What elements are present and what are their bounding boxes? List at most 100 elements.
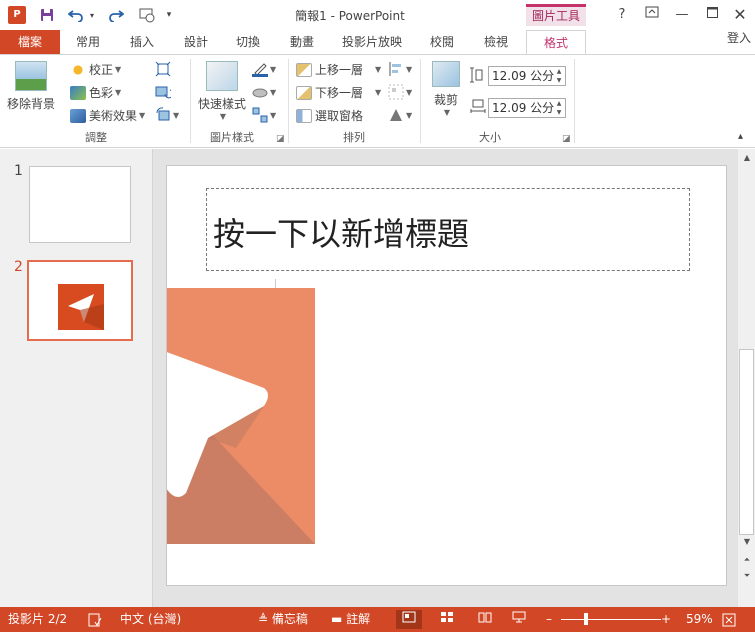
powerpoint-app-icon[interactable]: P: [8, 6, 26, 24]
tab-file[interactable]: 檔案: [0, 30, 60, 54]
scrollbar-thumb[interactable]: [739, 349, 754, 535]
tab-view[interactable]: 檢視: [470, 30, 522, 54]
remove-background-button[interactable]: 移除背景: [6, 61, 56, 112]
arrange-group-label: 排列: [343, 131, 365, 144]
quick-styles-icon: [206, 61, 238, 91]
tab-animations[interactable]: 動畫: [276, 30, 328, 54]
picture-border-button[interactable]: ▼: [252, 61, 276, 77]
zoom-out-button[interactable]: –: [546, 607, 552, 632]
slide-sorter-view-button[interactable]: [434, 610, 460, 629]
customize-qat-icon[interactable]: ▾: [162, 5, 176, 25]
scroll-down-icon[interactable]: ▼: [739, 535, 755, 549]
redo-icon[interactable]: [106, 5, 126, 25]
compress-pictures-button[interactable]: [155, 61, 171, 77]
picture-effects-button[interactable]: ▼: [252, 84, 276, 100]
send-backward-button[interactable]: 下移一層 ▼: [296, 84, 381, 101]
collapse-ribbon-icon[interactable]: ▴: [738, 131, 743, 142]
selection-pane-label: 選取窗格: [315, 109, 364, 123]
maximize-icon[interactable]: [698, 4, 726, 26]
undo-dropdown-icon[interactable]: ▾: [86, 5, 98, 25]
notes-label: 備忘稿: [271, 612, 308, 626]
sign-in-link[interactable]: 登入: [727, 28, 751, 48]
picture-effects-icon: [252, 88, 268, 98]
notes-button[interactable]: ≜ 備忘稿: [258, 607, 308, 632]
inserted-picture[interactable]: [167, 288, 315, 544]
reset-picture-button[interactable]: ▼: [155, 107, 179, 123]
slide-thumbnail-1[interactable]: [29, 166, 131, 243]
help-icon[interactable]: ?: [608, 4, 636, 26]
height-spinner-arrows[interactable]: ▲ ▼: [553, 67, 565, 85]
picture-layout-button[interactable]: ▼: [252, 107, 276, 123]
chevron-down-icon: ▼: [406, 64, 413, 74]
selection-pane-button[interactable]: 選取窗格: [296, 107, 363, 124]
previous-slide-icon[interactable]: ⏶: [739, 553, 755, 567]
slide-thumbnail-2[interactable]: [27, 260, 133, 341]
tab-format[interactable]: 格式: [526, 30, 586, 55]
send-backward-label: 下移一層: [315, 86, 364, 100]
main-area: 1 2 按一下以新增標題 ▲ ▼ ⏶ ⏷: [0, 149, 755, 607]
scroll-up-icon[interactable]: ▲: [739, 151, 755, 165]
crop-button[interactable]: 裁剪 ▼: [426, 61, 466, 117]
change-picture-button[interactable]: [155, 84, 171, 100]
color-button[interactable]: 色彩 ▼: [70, 84, 121, 101]
next-slide-icon[interactable]: ⏷: [739, 569, 755, 583]
rotate-button[interactable]: ▼: [388, 107, 412, 123]
tab-review[interactable]: 校閱: [416, 30, 468, 54]
group-objects-button[interactable]: ▼: [388, 84, 412, 100]
spell-check-icon[interactable]: [88, 607, 102, 632]
reading-view-button[interactable]: [472, 610, 498, 629]
title-bar: P ▾ ▾ 簡報1 - PowerPoint 圖片工具 ? — ✕: [0, 0, 755, 30]
corrections-button[interactable]: 校正 ▼: [70, 61, 121, 78]
compress-pictures-icon: [155, 61, 171, 77]
undo-icon[interactable]: [66, 5, 86, 25]
size-dialog-launcher-icon[interactable]: ◪: [562, 134, 571, 144]
normal-view-button[interactable]: [396, 610, 422, 629]
bring-forward-icon: [296, 62, 312, 77]
slide-canvas[interactable]: 按一下以新增標題: [166, 165, 727, 586]
vertical-scrollbar[interactable]: ▲ ▼ ⏶ ⏷: [737, 149, 755, 607]
start-from-beginning-icon[interactable]: [136, 5, 158, 25]
save-icon[interactable]: [36, 5, 58, 25]
zoom-slider-thumb[interactable]: [584, 613, 588, 625]
quick-styles-label: 快速樣式: [197, 97, 246, 111]
tab-insert[interactable]: 插入: [116, 30, 168, 54]
minimize-icon[interactable]: —: [668, 4, 696, 26]
width-input[interactable]: 12.09 公分 ▲ ▼: [488, 98, 566, 118]
tab-slide-show[interactable]: 投影片放映: [330, 30, 414, 54]
slide-thumbnails-pane[interactable]: 1 2: [0, 149, 153, 607]
zoom-level[interactable]: 59%: [686, 607, 713, 632]
tab-design[interactable]: 設計: [170, 30, 222, 54]
tab-home[interactable]: 常用: [62, 30, 114, 54]
height-input[interactable]: 12.09 公分 ▲ ▼: [488, 66, 566, 86]
status-bar: 投影片 2/2 中文 (台灣) ≜ 備忘稿 ▬ 註解 – + 59%: [0, 607, 755, 632]
tab-transitions[interactable]: 切換: [222, 30, 274, 54]
language-indicator[interactable]: 中文 (台灣): [120, 607, 181, 632]
title-placeholder[interactable]: 按一下以新增標題: [206, 188, 690, 271]
zoom-in-button[interactable]: +: [661, 607, 671, 632]
remove-background-icon: [15, 61, 47, 91]
fit-slide-icon[interactable]: [722, 607, 736, 632]
remove-background-label: 移除背景: [6, 97, 55, 111]
quick-styles-button[interactable]: 快速樣式 ▼: [196, 61, 248, 121]
artistic-effects-icon: [70, 108, 86, 123]
ribbon-display-options-icon[interactable]: [638, 4, 666, 26]
chevron-down-icon: ▼: [173, 110, 180, 120]
bring-forward-button[interactable]: 上移一層 ▼: [296, 61, 381, 78]
chevron-down-icon: ▼: [406, 110, 413, 120]
align-button[interactable]: ▼: [388, 61, 412, 77]
group-separator: [420, 59, 421, 143]
slide-editor[interactable]: 按一下以新增標題: [153, 149, 737, 607]
close-icon[interactable]: ✕: [726, 4, 754, 26]
chevron-down-icon: ▼: [375, 88, 382, 97]
crop-label: 裁剪: [433, 93, 458, 107]
slide-show-button[interactable]: [506, 610, 532, 629]
rotate-icon: [390, 109, 402, 121]
zoom-slider-track[interactable]: [561, 619, 661, 620]
notes-icon: ≜: [258, 612, 269, 626]
artistic-effects-button[interactable]: 美術效果 ▼: [70, 107, 145, 124]
comments-button[interactable]: ▬ 註解: [331, 607, 370, 632]
width-spinner-arrows[interactable]: ▲ ▼: [553, 99, 565, 117]
slide-count[interactable]: 投影片 2/2: [8, 607, 67, 632]
height-icon: [470, 67, 484, 83]
dialog-launcher-icon[interactable]: ◪: [276, 134, 285, 144]
